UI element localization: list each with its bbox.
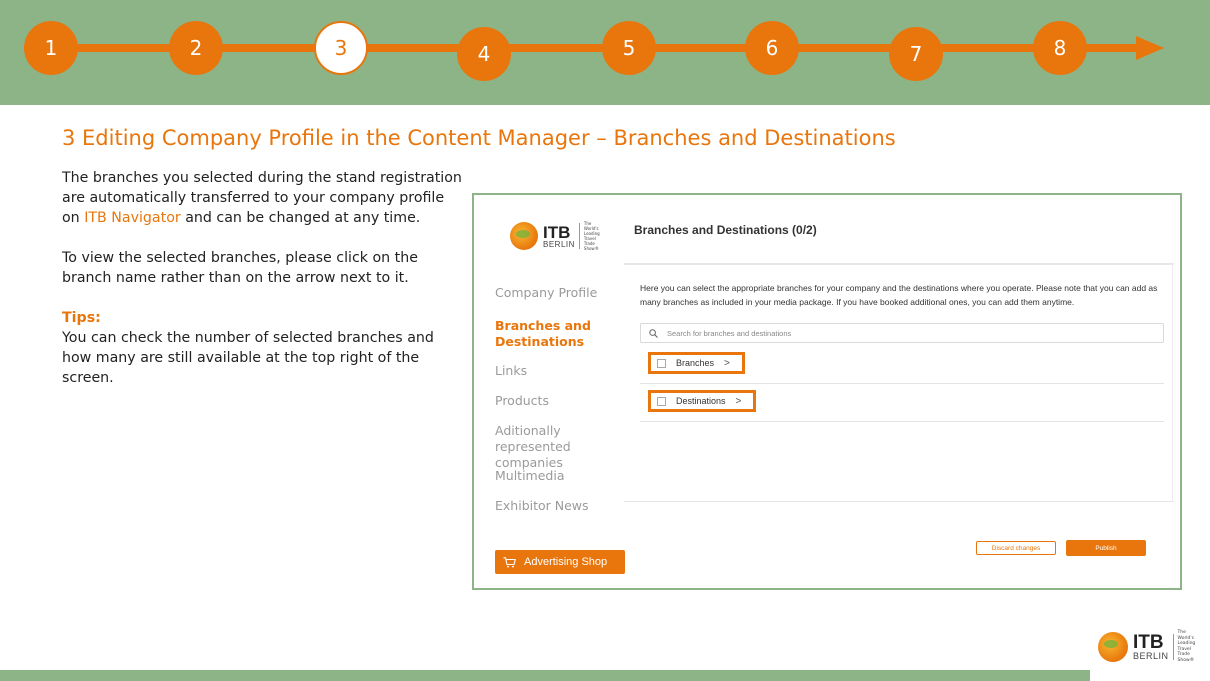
bottom-strip bbox=[0, 670, 1090, 681]
footer-logo-wordmark: ITB BERLIN bbox=[1133, 633, 1169, 661]
chevron-right-icon[interactable]: > bbox=[736, 396, 742, 407]
destinations-label[interactable]: Destinations bbox=[676, 396, 726, 406]
logo-wordmark: ITB BERLIN bbox=[543, 224, 575, 249]
step-4[interactable]: 4 bbox=[457, 27, 511, 81]
step-6[interactable]: 6 bbox=[745, 21, 799, 75]
step-3-current[interactable]: 3 bbox=[314, 21, 368, 75]
footer-divider bbox=[624, 501, 1174, 502]
chevron-right-icon[interactable]: > bbox=[724, 358, 730, 369]
sidebar-item-exhibitor-news[interactable]: Exhibitor News bbox=[495, 498, 625, 514]
list-item-destinations: Destinations > bbox=[640, 384, 1164, 422]
heading-divider bbox=[624, 263, 1174, 265]
footer-logo-tagline: The World's Leading Travel Trade Show® bbox=[1177, 630, 1196, 663]
branches-toggle[interactable]: Branches > bbox=[648, 352, 745, 374]
logo-tagline: The World's Leading Travel Trade Show® bbox=[583, 221, 600, 251]
section-heading: Branches and Destinations (0/2) bbox=[634, 223, 817, 237]
cart-icon bbox=[503, 556, 516, 567]
publish-button[interactable]: Publish bbox=[1066, 540, 1146, 556]
branches-checkbox[interactable] bbox=[657, 358, 666, 368]
sidebar-item-company-profile[interactable]: Company Profile bbox=[495, 285, 625, 301]
itb-navigator-link[interactable]: ITB Navigator bbox=[84, 210, 181, 226]
search-input[interactable]: Search for branches and destinations bbox=[640, 323, 1164, 343]
tips-body: You can check the number of selected bra… bbox=[62, 330, 434, 386]
logo-divider bbox=[578, 223, 580, 249]
logo-berlin: BERLIN bbox=[543, 239, 575, 249]
step-5[interactable]: 5 bbox=[602, 21, 656, 75]
section-description: Here you can select the appropriate bran… bbox=[640, 283, 1158, 307]
intro-paragraph-1: The branches you selected during the sta… bbox=[62, 168, 462, 228]
page-title: 3 Editing Company Profile in the Content… bbox=[62, 126, 896, 150]
search-placeholder: Search for branches and destinations bbox=[667, 328, 792, 338]
sidebar: ITB BERLIN The World's Leading Travel Tr… bbox=[474, 195, 625, 588]
main-panel: Branches and Destinations (0/2) Here you… bbox=[624, 195, 1180, 588]
list-item-branches: Branches > bbox=[640, 346, 1164, 384]
footer-logo-berlin: BERLIN bbox=[1133, 650, 1169, 661]
step-banner: 1 2 3 4 5 6 7 8 bbox=[0, 0, 1210, 105]
destinations-checkbox[interactable] bbox=[657, 396, 666, 406]
tips-heading: Tips: bbox=[62, 310, 101, 326]
intro-text-after: and can be changed at any time. bbox=[180, 210, 421, 226]
content-manager-screenshot: ITB BERLIN The World's Leading Travel Tr… bbox=[472, 193, 1182, 590]
itb-logo: ITB BERLIN The World's Leading Travel Tr… bbox=[510, 221, 606, 251]
step-2[interactable]: 2 bbox=[169, 21, 223, 75]
sidebar-item-additional-companies[interactable]: Aditionally represented companies bbox=[495, 423, 625, 471]
advertising-shop-button[interactable]: Advertising Shop bbox=[495, 550, 625, 574]
globe-icon bbox=[1098, 631, 1128, 662]
discard-changes-button[interactable]: Discard changes bbox=[976, 541, 1056, 555]
globe-icon bbox=[510, 222, 538, 250]
step-7[interactable]: 7 bbox=[889, 27, 943, 81]
step-8[interactable]: 8 bbox=[1033, 21, 1087, 75]
sidebar-item-links[interactable]: Links bbox=[495, 363, 625, 379]
sidebar-item-branches-destinations[interactable]: Branches and Destinations bbox=[495, 318, 625, 350]
advertising-shop-label: Advertising Shop bbox=[524, 556, 608, 568]
footer-logo-divider bbox=[1172, 633, 1174, 660]
footer-logo-itb: ITB bbox=[1133, 631, 1164, 653]
footer-itb-logo: ITB BERLIN The World's Leading Travel Tr… bbox=[1098, 630, 1202, 663]
intro-paragraph-2: To view the selected branches, please cl… bbox=[62, 250, 418, 286]
intro-text: The branches you selected during the sta… bbox=[62, 168, 462, 408]
step-1[interactable]: 1 bbox=[24, 21, 78, 75]
search-icon bbox=[649, 328, 658, 338]
sidebar-item-multimedia[interactable]: Multimedia bbox=[495, 468, 625, 484]
arrow-right-icon bbox=[1136, 36, 1164, 60]
sidebar-item-products[interactable]: Products bbox=[495, 393, 625, 409]
logo-itb: ITB bbox=[543, 222, 571, 242]
destinations-toggle[interactable]: Destinations > bbox=[648, 390, 757, 412]
panel-edge bbox=[1172, 263, 1173, 501]
branches-label[interactable]: Branches bbox=[676, 358, 714, 368]
